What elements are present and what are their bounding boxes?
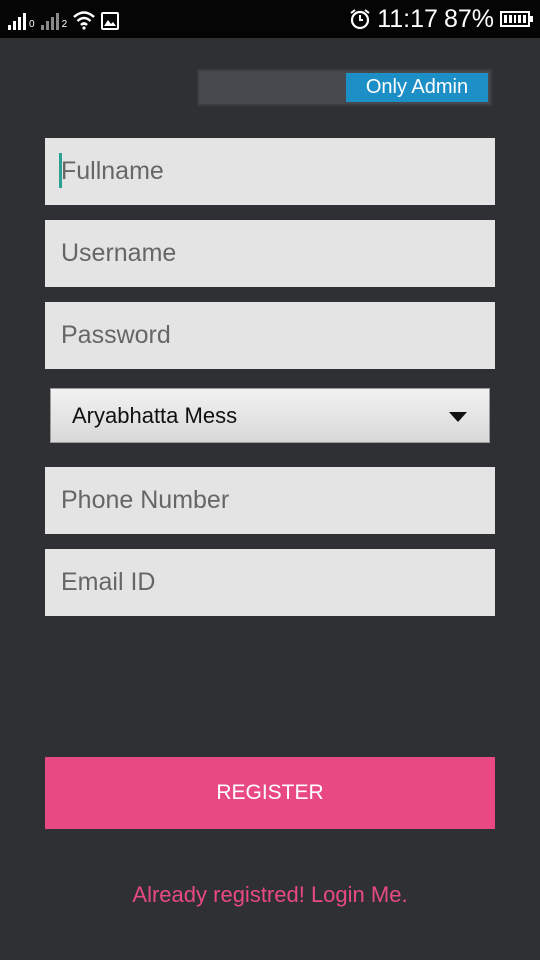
email-field[interactable] bbox=[45, 549, 495, 616]
battery-percent: 87% bbox=[443, 4, 494, 33]
text-cursor bbox=[59, 153, 62, 188]
signal-icon: 2 bbox=[40, 13, 68, 30]
login-link[interactable]: Already registred! Login Me. bbox=[0, 882, 540, 908]
mess-selected-value: Aryabhatta Mess bbox=[72, 402, 238, 428]
battery-icon bbox=[500, 11, 533, 27]
password-field[interactable] bbox=[45, 302, 495, 369]
username-field[interactable] bbox=[45, 220, 495, 287]
mess-select[interactable]: Aryabhatta Mess bbox=[50, 388, 490, 443]
signal-icon: 0 bbox=[8, 13, 35, 30]
alarm-icon bbox=[350, 9, 370, 30]
status-bar: 0 2 11:17 87% bbox=[0, 0, 540, 38]
fullname-field[interactable] bbox=[45, 138, 495, 205]
status-right-icons: 11:17 87% bbox=[349, 4, 533, 34]
phone-number-field[interactable] bbox=[45, 467, 495, 534]
dropdown-arrow-icon bbox=[449, 412, 467, 422]
register-button[interactable]: REGISTER bbox=[45, 757, 495, 829]
sim2-mark: 2 bbox=[61, 19, 68, 30]
image-icon bbox=[101, 12, 120, 30]
sim1-mark: 0 bbox=[29, 19, 35, 30]
wifi-icon bbox=[73, 11, 95, 30]
toggle-on-label: Only Admin bbox=[346, 73, 488, 102]
status-time: 11:17 bbox=[377, 4, 438, 33]
only-admin-toggle[interactable]: Only Admin bbox=[197, 69, 492, 106]
status-left-icons: 0 2 bbox=[8, 8, 120, 30]
